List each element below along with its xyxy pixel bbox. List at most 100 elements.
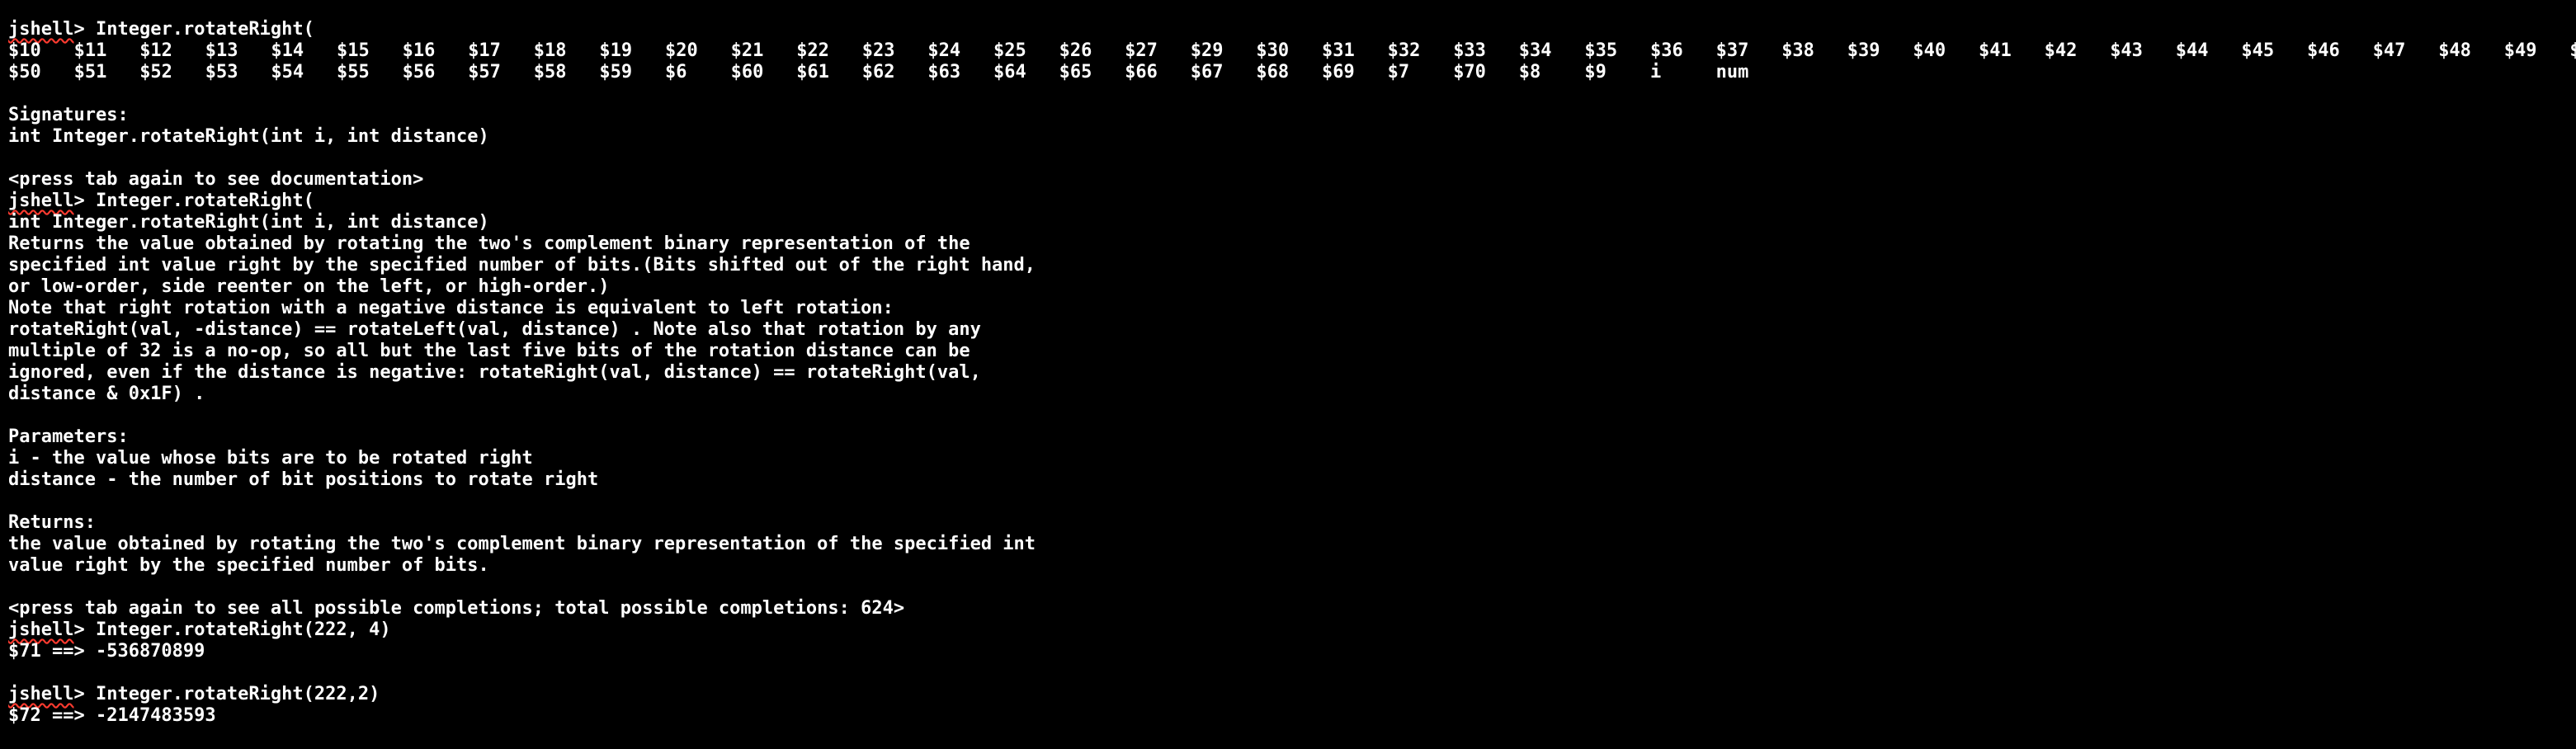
prompt-symbol: > xyxy=(73,191,96,211)
completion-item: $37 xyxy=(1715,40,1749,61)
completion-item: $8 xyxy=(1518,62,1541,82)
prompt-symbol: > xyxy=(73,619,96,640)
completion-item: $18 xyxy=(533,40,567,61)
completion-item: $64 xyxy=(993,62,1026,82)
command-text: Integer.rotateRight( xyxy=(95,191,314,211)
completion-item: $40 xyxy=(1913,40,1946,61)
completion-item: $32 xyxy=(1387,40,1421,61)
completion-item: $ xyxy=(2569,40,2576,61)
prompt-line-3: jshell> Integer.rotateRight(222, 4) xyxy=(8,619,2576,641)
completion-item: $19 xyxy=(599,40,633,61)
completion-item: $20 xyxy=(665,40,698,61)
completion-item: $38 xyxy=(1781,40,1814,61)
completion-item: $55 xyxy=(337,62,370,82)
returns-line: the value obtained by rotating the two's… xyxy=(8,534,1036,554)
completion-item: $12 xyxy=(139,40,172,61)
prompt-line-4: jshell> Integer.rotateRight(222,2) xyxy=(8,684,2576,705)
completion-item: $6 xyxy=(665,62,687,82)
completion-item: $16 xyxy=(402,40,436,61)
completion-item: $15 xyxy=(337,40,370,61)
completion-item: $31 xyxy=(1322,40,1355,61)
completion-item: $50 xyxy=(8,62,41,82)
completion-item: $63 xyxy=(927,62,961,82)
completion-item: $21 xyxy=(730,40,764,61)
command-text: Integer.rotateRight( xyxy=(95,19,314,40)
completion-item: $29 xyxy=(1190,40,1224,61)
completion-item: $35 xyxy=(1584,40,1618,61)
completion-item: $56 xyxy=(402,62,436,82)
completion-item: $14 xyxy=(271,40,304,61)
completion-item: $13 xyxy=(205,40,238,61)
completion-item: num xyxy=(1715,62,1749,82)
completion-item: $67 xyxy=(1190,62,1224,82)
completion-item: $48 xyxy=(2438,40,2471,61)
completion-item: $58 xyxy=(533,62,567,82)
completion-item: $53 xyxy=(205,62,238,82)
prompt-symbol: > xyxy=(73,19,96,40)
completion-item: $47 xyxy=(2372,40,2406,61)
completion-item: $26 xyxy=(1059,40,1092,61)
completion-item: $27 xyxy=(1125,40,1158,61)
completion-item: $60 xyxy=(730,62,764,82)
press-tab-doc-hint: <press tab again to see documentation> xyxy=(8,169,424,190)
doc-line: Note that right rotation with a negative… xyxy=(8,298,894,318)
doc-line: rotateRight(val, -distance) == rotateLef… xyxy=(8,319,981,340)
completion-item: $66 xyxy=(1125,62,1158,82)
completion-item: $49 xyxy=(2503,40,2537,61)
completion-item: $51 xyxy=(73,62,107,82)
doc-line: distance & 0x1F) . xyxy=(8,384,205,404)
completion-item: $36 xyxy=(1650,40,1683,61)
completion-item: $45 xyxy=(2241,40,2275,61)
parameter-line: distance - the number of bit positions t… xyxy=(8,469,599,490)
completion-item: $69 xyxy=(1322,62,1355,82)
prompt-line-2: jshell> Integer.rotateRight( xyxy=(8,191,2576,212)
doc-line: multiple of 32 is a no-op, so all but th… xyxy=(8,341,970,361)
prompt-label: jshell xyxy=(8,684,74,704)
prompt-label: jshell xyxy=(8,619,74,640)
doc-line: Returns the value obtained by rotating t… xyxy=(8,233,970,254)
doc-line: ignored, even if the distance is negativ… xyxy=(8,362,981,383)
prompt-label: jshell xyxy=(8,191,74,211)
doc-line: or low-order, side reenter on the left, … xyxy=(8,276,610,297)
completion-item: $33 xyxy=(1453,40,1486,61)
prompt-label: jshell xyxy=(8,19,74,40)
completion-item: $54 xyxy=(271,62,304,82)
command-text: Integer.rotateRight(222,2) xyxy=(95,684,380,704)
press-tab-completions-hint: <press tab again to see all possible com… xyxy=(8,598,905,619)
completion-item: $61 xyxy=(796,62,829,82)
result-line: $72 ==> -2147483593 xyxy=(8,705,216,726)
completion-item: $70 xyxy=(1453,62,1486,82)
signature-line: int Integer.rotateRight(int i, int dista… xyxy=(8,126,489,147)
completion-item: $59 xyxy=(599,62,633,82)
completion-item: $9 xyxy=(1584,62,1606,82)
completion-item: $25 xyxy=(993,40,1026,61)
completion-item: $7 xyxy=(1387,62,1410,82)
doc-line: int Integer.rotateRight(int i, int dista… xyxy=(8,212,489,233)
completion-item: $30 xyxy=(1256,40,1290,61)
parameters-header: Parameters: xyxy=(8,426,129,447)
completion-item: $57 xyxy=(468,62,501,82)
returns-line: value right by the specified number of b… xyxy=(8,555,489,576)
completion-row: $50 $51 $52 $53 $54 $55 $56 $57 $58 $59 $6 $60 $61 $6… xyxy=(8,62,2576,83)
completion-item: $39 xyxy=(1847,40,1880,61)
completion-item: $23 xyxy=(861,40,895,61)
completion-item: $24 xyxy=(927,40,961,61)
completion-item: $43 xyxy=(2110,40,2143,61)
result-line: $71 ==> -536870899 xyxy=(8,641,205,662)
doc-line: specified int value right by the specifi… xyxy=(8,255,1036,276)
terminal-output[interactable]: jshell> Integer.rotateRight( $10 $11 $12 $1… xyxy=(8,19,2576,749)
prompt-symbol: > xyxy=(73,684,96,704)
completion-item: $68 xyxy=(1256,62,1290,82)
completion-item: $65 xyxy=(1059,62,1092,82)
completion-item: $52 xyxy=(139,62,172,82)
completion-item: $10 xyxy=(8,40,41,61)
completion-item: i xyxy=(1650,62,1662,82)
prompt-line-1: jshell> Integer.rotateRight( xyxy=(8,19,2576,40)
completion-item: $41 xyxy=(1979,40,2012,61)
completion-item: $44 xyxy=(2175,40,2209,61)
